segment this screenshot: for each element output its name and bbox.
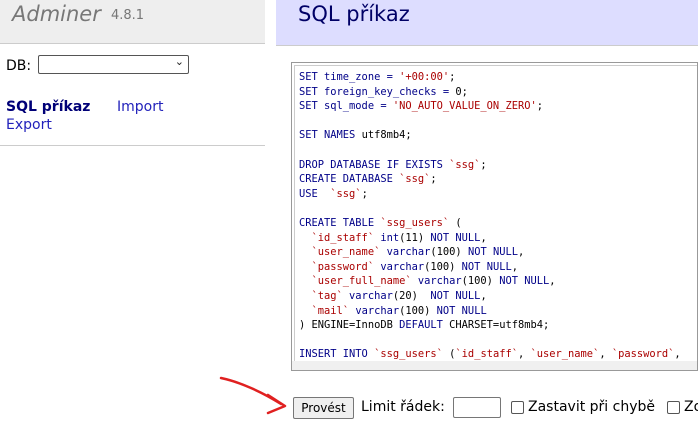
sql-line: SET sql_mode = 'NO_AUTO_VALUE_ON_ZERO';	[299, 100, 543, 113]
sql-line	[299, 333, 687, 348]
logo-bar: Adminer 4.8.1	[0, 0, 265, 44]
menu-link-import[interactable]: Import	[117, 99, 163, 115]
sql-line: SET NAMES utf8mb4;	[299, 129, 412, 142]
sql-line: ) ENGINE=InnoDB DEFAULT CHARSET=utf8mb4;	[299, 319, 550, 332]
page-title: SQL příkaz	[298, 2, 410, 26]
stop-on-error-checkbox[interactable]	[511, 401, 524, 414]
app-logo[interactable]: Adminer	[12, 2, 101, 26]
sql-editor-inner[interactable]: SET time_zone = '+00:00'; SET foreign_key…	[294, 65, 697, 370]
limit-label: Limit řádek:	[361, 399, 445, 415]
sql-line: SET foreign_key_checks = 0;	[299, 85, 468, 98]
sql-line: `user_name` varchar(100) NOT NULL,	[311, 246, 525, 259]
app-version[interactable]: 4.8.1	[111, 8, 144, 23]
left-menu: Adminer 4.8.1 DB: ⌄ SQL příkaz Import Ex…	[0, 0, 265, 424]
limit-input[interactable]	[453, 397, 501, 418]
sql-line: `id_staff` int(11) NOT NULL,	[311, 231, 487, 244]
menu-divider	[0, 145, 265, 146]
horizontal-scrollbar[interactable]	[292, 361, 697, 370]
sql-line	[299, 201, 687, 216]
sql-line: SET time_zone = '+00:00';	[299, 71, 456, 83]
sql-line: `mail` varchar(100) NOT NULL	[311, 304, 487, 317]
annotation-arrow-head	[266, 393, 287, 415]
sql-line: CREATE DATABASE `ssg`;	[299, 173, 437, 186]
db-label: DB:	[6, 58, 32, 74]
sql-line: INSERT INTO `ssg_users` (`id_staff`, `us…	[299, 348, 687, 361]
sql-line	[299, 114, 687, 129]
errors-only-checkbox[interactable]	[667, 401, 680, 414]
menu-link-sql[interactable]: SQL příkaz	[6, 99, 90, 115]
page-heading-bar: SQL příkaz	[276, 0, 698, 46]
sql-line: `tag` varchar(20) NOT NULL,	[311, 289, 487, 302]
sql-line: USE `ssg`;	[299, 187, 368, 200]
stop-on-error-label[interactable]: Zastavit při chybě	[528, 399, 655, 415]
menu-link-export[interactable]: Export	[6, 117, 52, 133]
chevron-down-icon: ⌄	[174, 55, 184, 68]
sql-line: `password` varchar(100) NOT NULL,	[311, 260, 518, 273]
sql-editor[interactable]: SET time_zone = '+00:00'; SET foreign_key…	[291, 62, 698, 371]
sql-line: CREATE TABLE `ssg_users` (	[299, 216, 462, 229]
sql-line	[299, 143, 687, 158]
sql-code[interactable]: SET time_zone = '+00:00'; SET foreign_key…	[299, 70, 687, 370]
execute-button[interactable]: Provést	[293, 397, 354, 419]
sql-line: `user_full_name` varchar(100) NOT NULL,	[311, 275, 556, 288]
errors-only-label[interactable]: Zo	[684, 399, 698, 415]
sql-line: DROP DATABASE IF EXISTS `ssg`;	[299, 158, 487, 171]
db-select[interactable]: ⌄	[38, 55, 189, 74]
